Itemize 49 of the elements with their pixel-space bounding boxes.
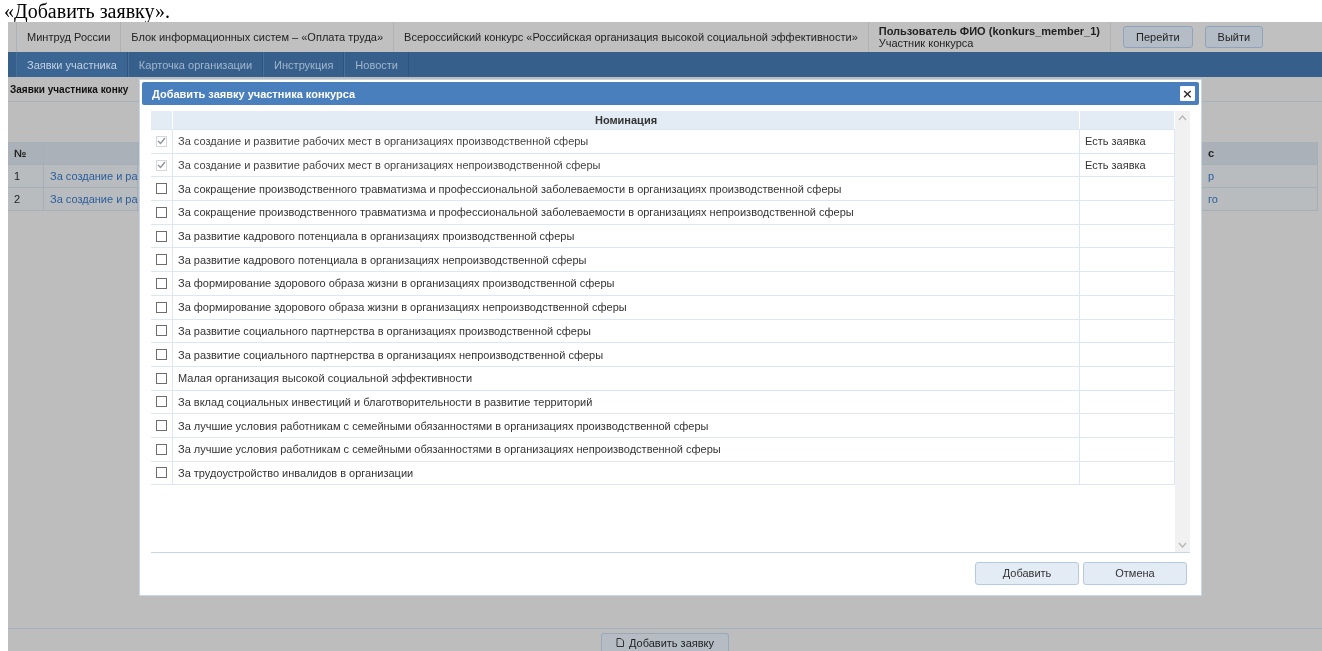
checkbox[interactable] <box>156 420 167 432</box>
header-button[interactable]: Выйти <box>1204 26 1264 48</box>
table-link[interactable]: р <box>1202 165 1318 188</box>
column-header: Номинация <box>173 111 1080 129</box>
table-link[interactable]: За создание и ра <box>44 165 138 188</box>
checkbox[interactable] <box>156 301 167 313</box>
table-cell: 1 <box>8 165 44 188</box>
checkbox[interactable] <box>156 277 167 289</box>
nomination-cell: За развитие кадрового потенциала в организациях производственной сферы <box>173 224 1080 248</box>
nomination-cell: За сокращение производственного травматизма и профессиональной заболеваемости в организациях непроизводственной сферы <box>173 201 1080 224</box>
nav-tab[interactable]: Заявки участника <box>16 52 128 77</box>
table-header: № <box>8 142 44 165</box>
user-name: Пользователь ФИО (konkurs_member_1) <box>878 25 1100 37</box>
nomination-cell: За формирование здорового образа жизни в организациях производственной сферы <box>173 272 1080 295</box>
checkbox[interactable] <box>156 396 167 408</box>
nomination-cell: За создание и развитие рабочих мест в организациях производственной сферы <box>173 130 1080 153</box>
user-role: Участник конкурса <box>878 37 975 49</box>
table-link[interactable]: За создание и ра <box>44 188 138 211</box>
nomination-cell: За развитие социального партнерства в организациях непроизводственной сферы <box>173 343 1080 366</box>
table-header: с <box>1202 142 1318 165</box>
checkbox[interactable] <box>156 183 167 195</box>
nomination-cell: За сокращение производственного травматизма и профессиональной заболеваемости в организациях производственной сферы <box>173 177 1080 201</box>
checkbox[interactable] <box>156 467 167 479</box>
nomination-cell: За создание и развитие рабочих мест в организациях непроизводственной сферы <box>173 153 1080 177</box>
header-button[interactable]: Перейти <box>1123 26 1193 48</box>
nomination-cell: За формирование здорового образа жизни в организациях непроизводственной сферы <box>173 295 1080 319</box>
nomination-cell: Малая организация высокой социальной эффективности <box>173 366 1080 390</box>
nomination-cell: За развитие социального партнерства в организациях производственной сферы <box>173 319 1080 343</box>
checkbox[interactable] <box>156 349 167 361</box>
dialog-button[interactable]: Отмена <box>1083 561 1187 585</box>
table-cell: 2 <box>8 188 44 211</box>
nomination-cell: За вклад социальных инвестиций и благотворительности в развитие территорий <box>173 390 1080 414</box>
checkbox[interactable] <box>156 325 167 337</box>
checkbox[interactable] <box>156 254 167 266</box>
document-text: «Добавить заявку». <box>3 0 172 22</box>
checkbox[interactable] <box>156 230 167 242</box>
document-icon <box>615 638 624 647</box>
dialog-button[interactable]: Добавить <box>975 561 1079 585</box>
checkbox[interactable] <box>156 443 167 455</box>
checkbox[interactable] <box>156 206 167 218</box>
nomination-cell: За развитие кадрового потенциала в организациях непроизводственной сферы <box>173 248 1080 272</box>
close-button[interactable]: × <box>1180 86 1195 101</box>
table-link[interactable]: го <box>1202 188 1318 211</box>
nomination-cell: За трудоустройство инвалидов в организации <box>173 461 1080 485</box>
add-application-button[interactable]: Добавить заявку <box>600 633 730 651</box>
nomination-cell: За лучшие условия работникам с семейными обязанностями в организациях непроизводственной сферы <box>173 437 1080 461</box>
nomination-cell: За лучшие условия работникам с семейными обязанностями в организациях производственной сферы <box>173 414 1080 437</box>
dialog-title: Добавить заявку участника конкурса <box>152 87 356 100</box>
checkbox[interactable] <box>156 372 167 384</box>
